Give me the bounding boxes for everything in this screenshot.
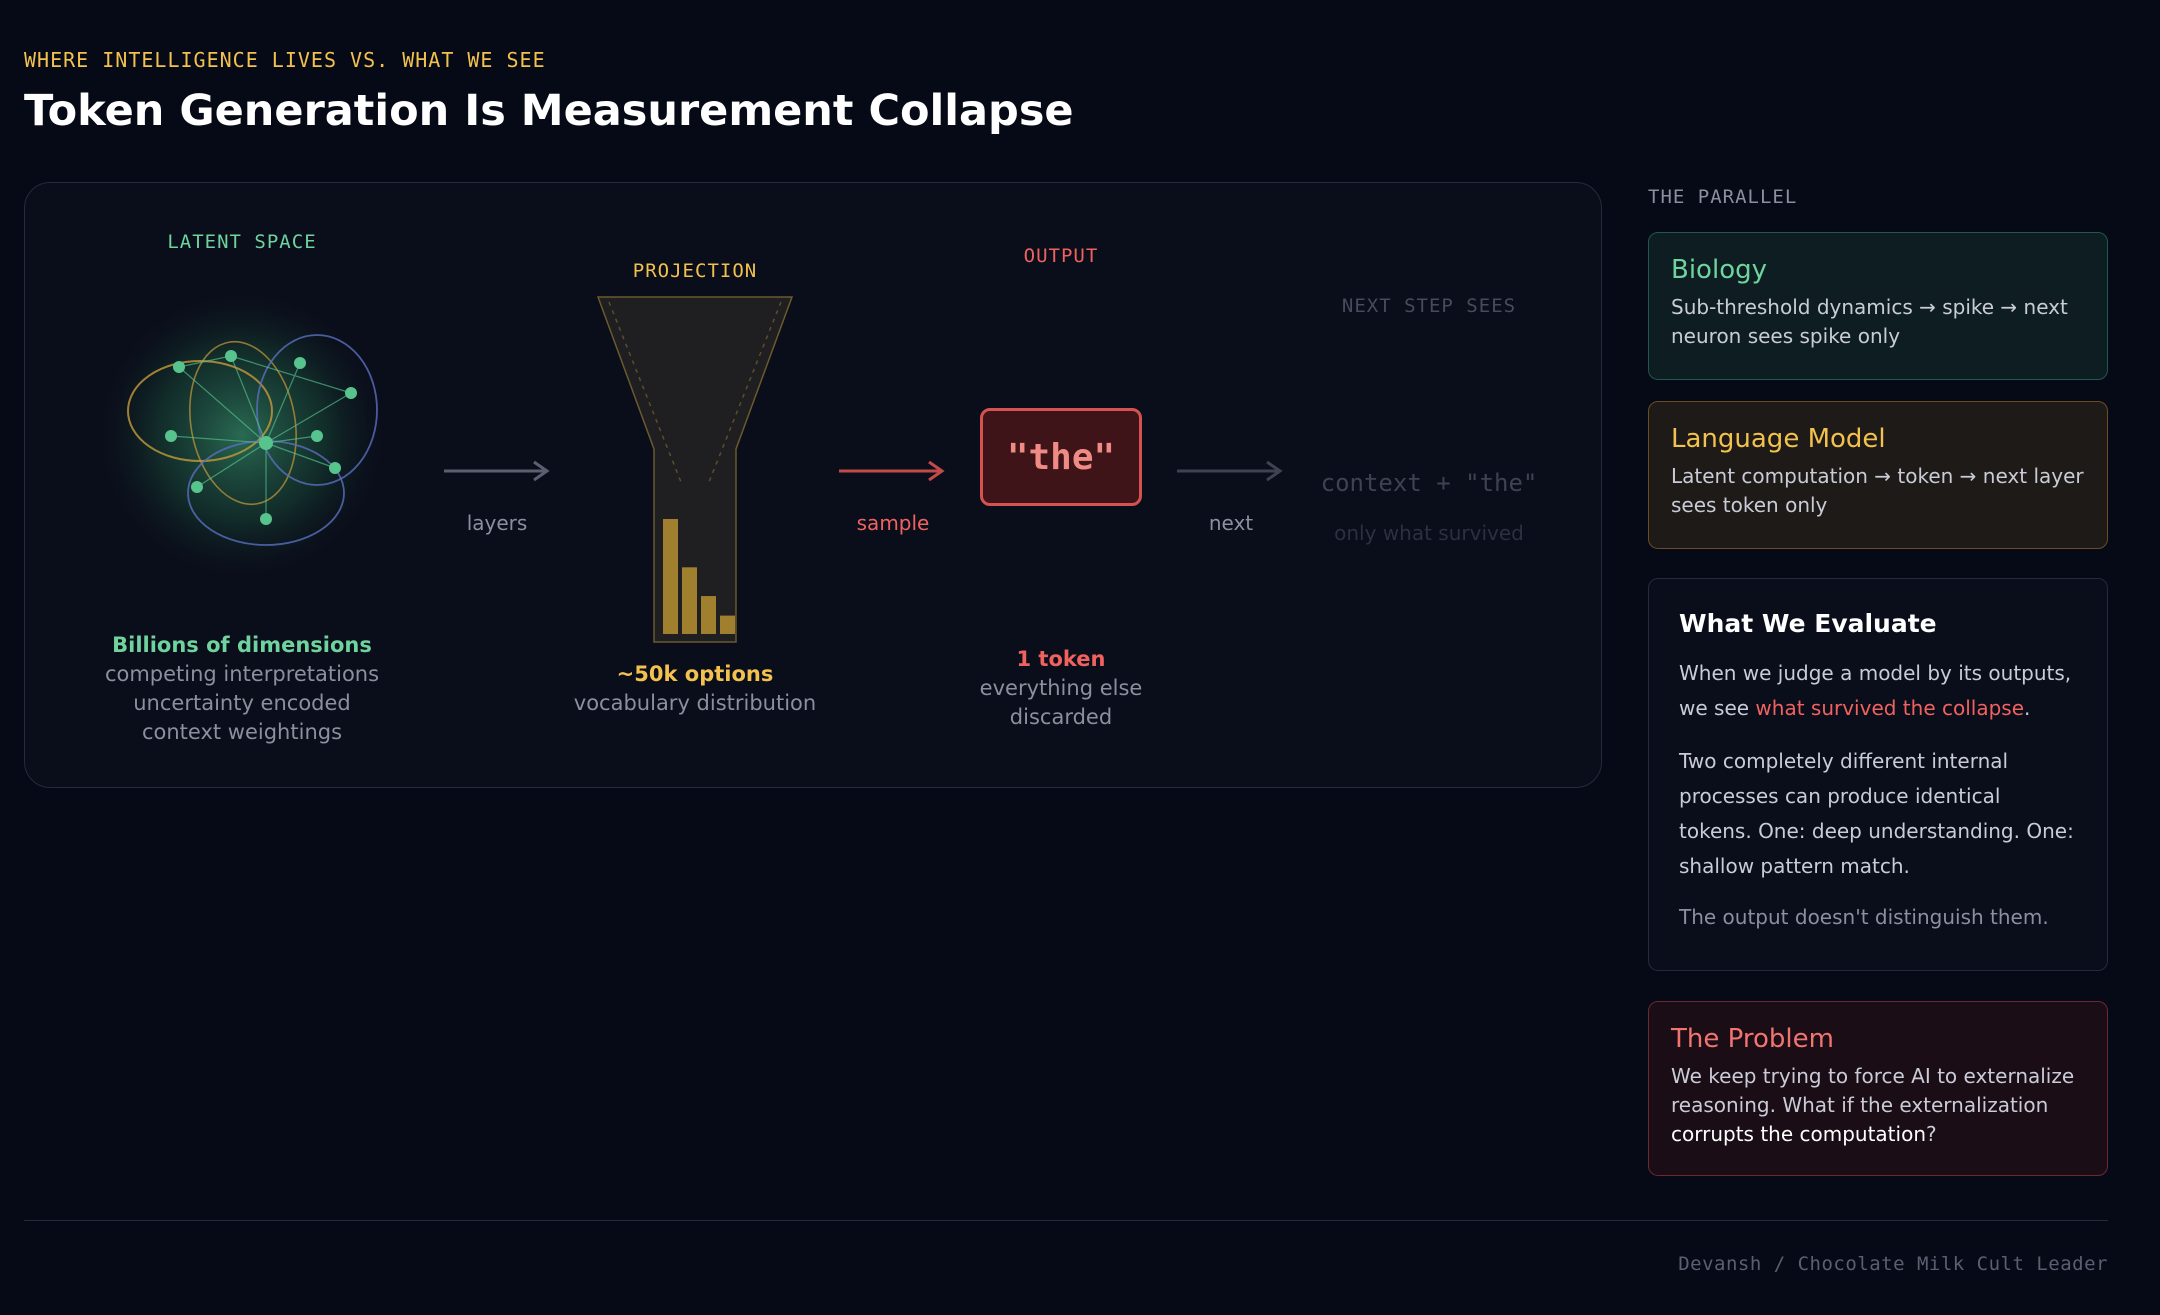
latent-node xyxy=(173,361,185,373)
what-we-evaluate-card: What We Evaluate When we judge a model b… xyxy=(1648,578,2108,971)
probability-bar xyxy=(663,519,678,634)
the-problem-text: We keep trying to force AI to externaliz… xyxy=(1671,1062,2085,1149)
biology-card: Biology Sub-threshold dynamics → spike →… xyxy=(1648,232,2108,380)
biology-card-text: Sub-threshold dynamics → spike → next ne… xyxy=(1671,295,2068,348)
arrow-layers xyxy=(444,460,550,482)
output-caption-title: 1 token xyxy=(1016,647,1106,671)
what-we-evaluate-p1: When we judge a model by its outputs, we… xyxy=(1679,656,2077,726)
latent-caption-title: Billions of dimensions xyxy=(112,633,372,657)
biology-card-title: Biology xyxy=(1671,255,1767,285)
p1-highlight: what survived the collapse xyxy=(1755,696,2024,720)
latent-node xyxy=(329,462,341,474)
latent-space-label: LATENT SPACE xyxy=(167,231,317,253)
output-caption-line: everything else xyxy=(979,676,1143,700)
p1-suffix: . xyxy=(2024,696,2031,720)
problem-suffix: ? xyxy=(1926,1122,1937,1146)
problem-highlight: corrupts the computation xyxy=(1671,1122,1926,1146)
what-we-evaluate-p2: Two completely different internal proces… xyxy=(1679,749,2074,878)
projection-caption: ~50k options vocabulary distribution xyxy=(574,660,816,718)
latent-caption-line: competing interpretations xyxy=(104,662,380,686)
probability-bar xyxy=(720,615,735,634)
latent-caption: Billions of dimensions competing interpr… xyxy=(105,631,379,747)
eyebrow-label: WHERE INTELLIGENCE LIVES VS. WHAT WE SEE xyxy=(24,48,546,72)
probability-bar xyxy=(682,567,697,634)
sidebar-heading: THE PARALLEL xyxy=(1648,186,1798,208)
projection-funnel xyxy=(596,296,794,643)
diagram-panel: LATENT SPACE Billions of dimensions comp… xyxy=(24,182,1602,788)
latent-node xyxy=(165,430,177,442)
arrow-layers-label: layers xyxy=(466,511,528,535)
arrow-next xyxy=(1177,460,1283,482)
output-token-box: "the" xyxy=(980,408,1142,506)
projection-caption-line: vocabulary distribution xyxy=(573,691,817,715)
arrow-sample-label: sample xyxy=(856,511,930,535)
language-model-card: Language Model Latent computation → toke… xyxy=(1648,401,2108,549)
latent-node xyxy=(225,350,237,362)
footer-credit: Devansh / Chocolate Milk Cult Leader xyxy=(1678,1253,2108,1275)
latent-node xyxy=(260,513,272,525)
arrow-sample xyxy=(839,460,945,482)
projection-label: PROJECTION xyxy=(632,260,758,282)
what-we-evaluate-title: What We Evaluate xyxy=(1679,609,1937,638)
the-problem-title: The Problem xyxy=(1671,1024,1834,1054)
latent-caption-line: context weightings xyxy=(141,720,343,744)
latent-node xyxy=(345,387,357,399)
latent-node xyxy=(259,436,273,450)
arrow-next-label: next xyxy=(1208,511,1254,535)
next-step-sub: only what survived xyxy=(1334,521,1524,545)
language-model-card-text: Latent computation → token → next layer … xyxy=(1671,464,2084,517)
latent-node xyxy=(311,430,323,442)
latent-node xyxy=(191,481,203,493)
output-label: OUTPUT xyxy=(1023,245,1099,267)
what-we-evaluate-p3: The output doesn't distinguish them. xyxy=(1679,905,2049,929)
probability-bar xyxy=(701,596,716,634)
latent-glow xyxy=(87,283,385,583)
language-model-card-title: Language Model xyxy=(1671,424,1886,454)
problem-prefix: We keep trying to force AI to externaliz… xyxy=(1671,1064,2075,1117)
next-step-context: context + "the" xyxy=(1320,469,1538,497)
footer-divider xyxy=(24,1220,2108,1221)
projection-caption-title: ~50k options xyxy=(616,662,774,686)
page-title: Token Generation Is Measurement Collapse xyxy=(24,86,1074,136)
the-problem-card: The Problem We keep trying to force AI t… xyxy=(1648,1001,2108,1176)
next-step-label: NEXT STEP SEES xyxy=(1341,295,1517,317)
latent-space-graphic xyxy=(87,283,385,583)
output-caption-line: discarded xyxy=(1009,705,1113,729)
latent-caption-line: uncertainty encoded xyxy=(133,691,351,715)
latent-node xyxy=(294,357,306,369)
output-caption: 1 token everything else discarded xyxy=(980,645,1143,732)
